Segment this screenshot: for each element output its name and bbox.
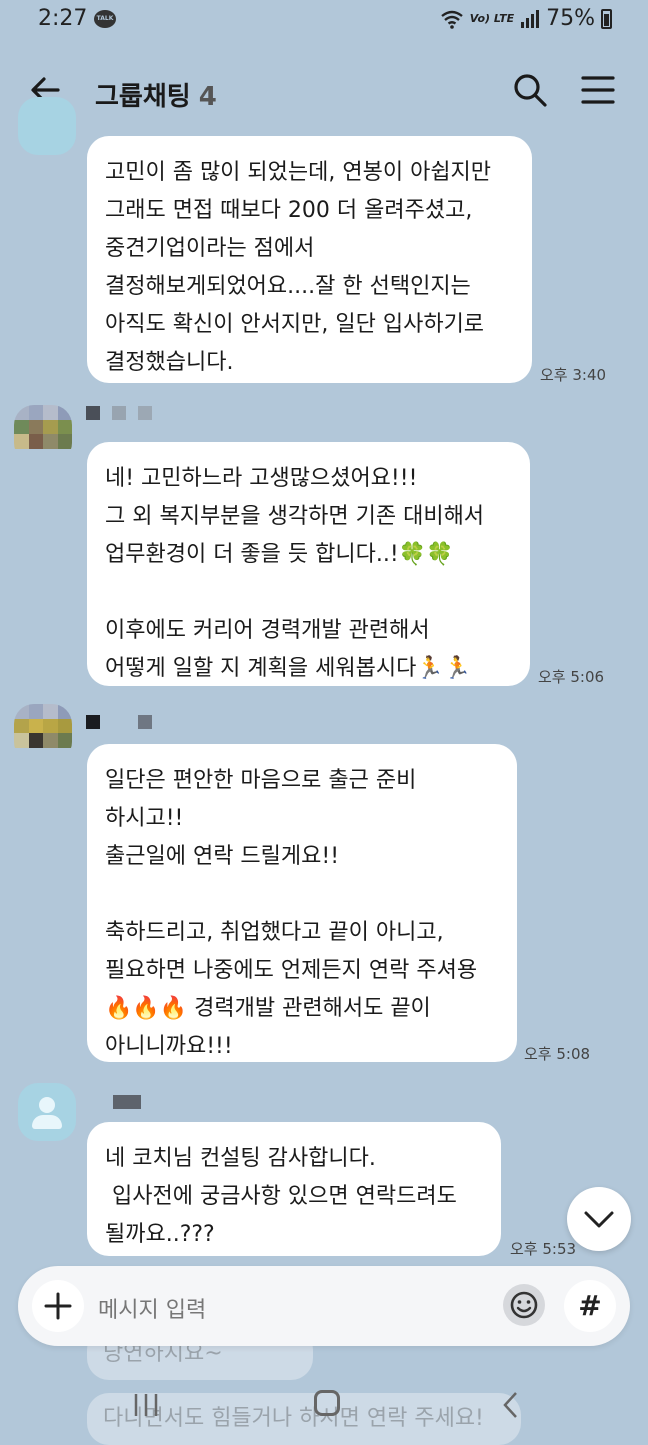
chat-title: 그룹채팅 4 bbox=[95, 76, 217, 113]
message-input-bar: 메시지 입력 # bbox=[18, 1266, 630, 1346]
search-icon[interactable] bbox=[510, 70, 550, 110]
avatar[interactable] bbox=[14, 704, 72, 762]
chat-header: 그룹채팅 4 bbox=[0, 56, 648, 126]
hash-search-button[interactable]: # bbox=[564, 1280, 616, 1332]
sender-name-blurred bbox=[86, 715, 152, 729]
message-bubble[interactable]: 네 코치님 컨설팅 감사합니다. 입사전에 궁금사항 있으면 연락드려도 될까요… bbox=[87, 1122, 501, 1256]
avatar[interactable] bbox=[18, 97, 76, 155]
volte-indicator: Vo) LTE bbox=[469, 12, 515, 25]
battery-percent: 75% bbox=[546, 6, 595, 31]
message-bubble[interactable]: 네! 고민하느라 고생많으셨어요!!! 그 외 복지부분을 생각하면 기존 대비… bbox=[87, 442, 530, 686]
user-icon-head bbox=[39, 1097, 55, 1113]
status-time: 2:27 bbox=[38, 6, 88, 31]
scroll-down-button[interactable] bbox=[567, 1187, 631, 1251]
system-nav-bar bbox=[0, 1380, 648, 1445]
attach-button[interactable] bbox=[32, 1280, 84, 1332]
message-input[interactable]: 메시지 입력 bbox=[98, 1292, 206, 1324]
plus-icon bbox=[44, 1292, 72, 1320]
user-icon-body bbox=[32, 1115, 62, 1129]
talk-notification-icon: TALK bbox=[94, 10, 116, 28]
chat-title-text: 그룹채팅 bbox=[95, 82, 191, 112]
message-bubble[interactable]: 고민이 좀 많이 되었는데, 연봉이 아쉽지만 그래도 면접 때보다 200 더… bbox=[87, 136, 532, 383]
sender-name-blurred bbox=[86, 406, 152, 420]
message-time: 오후 5:06 bbox=[538, 668, 605, 686]
chevron-down-icon bbox=[584, 1211, 614, 1228]
battery-icon bbox=[601, 8, 612, 29]
avatar[interactable] bbox=[14, 405, 72, 463]
message-time: 오후 5:08 bbox=[524, 1045, 591, 1063]
avatar[interactable] bbox=[18, 1083, 76, 1141]
smiley-icon bbox=[510, 1291, 538, 1319]
message-time: 오후 3:40 bbox=[540, 366, 607, 384]
emoticon-button[interactable] bbox=[503, 1284, 545, 1326]
status-bar: 2:27 TALK Vo) LTE 75% bbox=[0, 0, 648, 44]
status-right: Vo) LTE 75% bbox=[440, 6, 612, 31]
home-button[interactable] bbox=[314, 1390, 340, 1416]
sender-name-blurred bbox=[113, 1095, 141, 1109]
signal-icon bbox=[521, 9, 540, 28]
recent-apps-icon[interactable] bbox=[132, 1392, 160, 1418]
message-bubble[interactable]: 일단은 편안한 마음으로 출근 준비 하시고!! 출근일에 연락 드릴게요!! … bbox=[87, 744, 517, 1062]
wifi-icon bbox=[441, 10, 463, 29]
back-nav-icon[interactable] bbox=[500, 1390, 520, 1420]
member-count: 4 bbox=[198, 82, 217, 112]
menu-icon[interactable] bbox=[578, 70, 618, 110]
